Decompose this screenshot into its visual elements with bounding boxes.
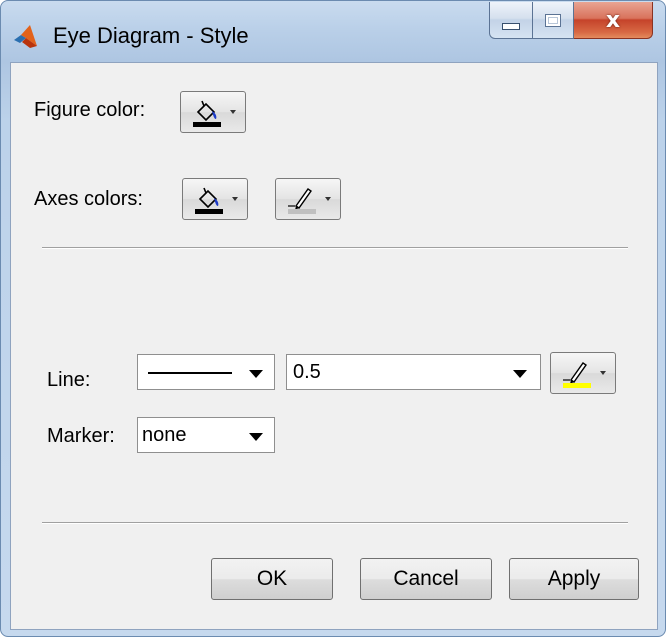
line-width-value: 0.5 (293, 361, 321, 383)
line-style-dropdown[interactable] (137, 354, 275, 390)
paint-bucket-icon (195, 187, 223, 214)
chevron-down-icon (600, 371, 606, 375)
chevron-down-icon (232, 197, 238, 201)
close-icon: x (605, 7, 621, 33)
ok-button[interactable]: OK (211, 558, 333, 600)
figure-color-label: Figure color: (34, 99, 146, 121)
matlab-icon (14, 25, 37, 48)
axes-fill-color-button[interactable] (182, 178, 248, 220)
separator (42, 247, 628, 249)
line-width-dropdown[interactable]: 0.5 (286, 354, 541, 390)
dialog-content: Figure color: Axes colors: Line: 0.5 Mar… (10, 62, 658, 630)
maximize-button[interactable] (533, 2, 574, 39)
minimize-button[interactable] (489, 2, 533, 39)
figure-color-button[interactable] (180, 91, 246, 133)
chevron-down-icon (249, 433, 263, 441)
apply-button[interactable]: Apply (509, 558, 639, 600)
axes-colors-label: Axes colors: (34, 188, 143, 210)
pen-icon (563, 362, 591, 388)
maximize-icon (545, 13, 561, 27)
chevron-down-icon (513, 370, 527, 378)
marker-value: none (142, 424, 187, 446)
caption-buttons: x (489, 2, 653, 40)
solid-line-style-icon (148, 372, 232, 374)
chevron-down-icon (230, 110, 236, 114)
title-bar[interactable]: Eye Diagram - Style x (1, 1, 665, 63)
marker-label: Marker: (47, 425, 115, 447)
chevron-down-icon (249, 370, 263, 378)
cancel-button[interactable]: Cancel (360, 558, 492, 600)
close-button[interactable]: x (574, 2, 653, 39)
minimize-icon (502, 22, 520, 30)
dialog-window: Eye Diagram - Style x Figure color: Axes… (0, 0, 666, 637)
chevron-down-icon (325, 197, 331, 201)
line-label: Line: (47, 369, 91, 391)
marker-dropdown[interactable]: none (137, 417, 275, 453)
separator (42, 522, 628, 524)
axes-line-color-button[interactable] (275, 178, 341, 220)
window-title: Eye Diagram - Style (53, 23, 249, 48)
line-color-button[interactable] (550, 352, 616, 394)
pen-icon (288, 188, 316, 214)
paint-bucket-icon (193, 100, 221, 127)
